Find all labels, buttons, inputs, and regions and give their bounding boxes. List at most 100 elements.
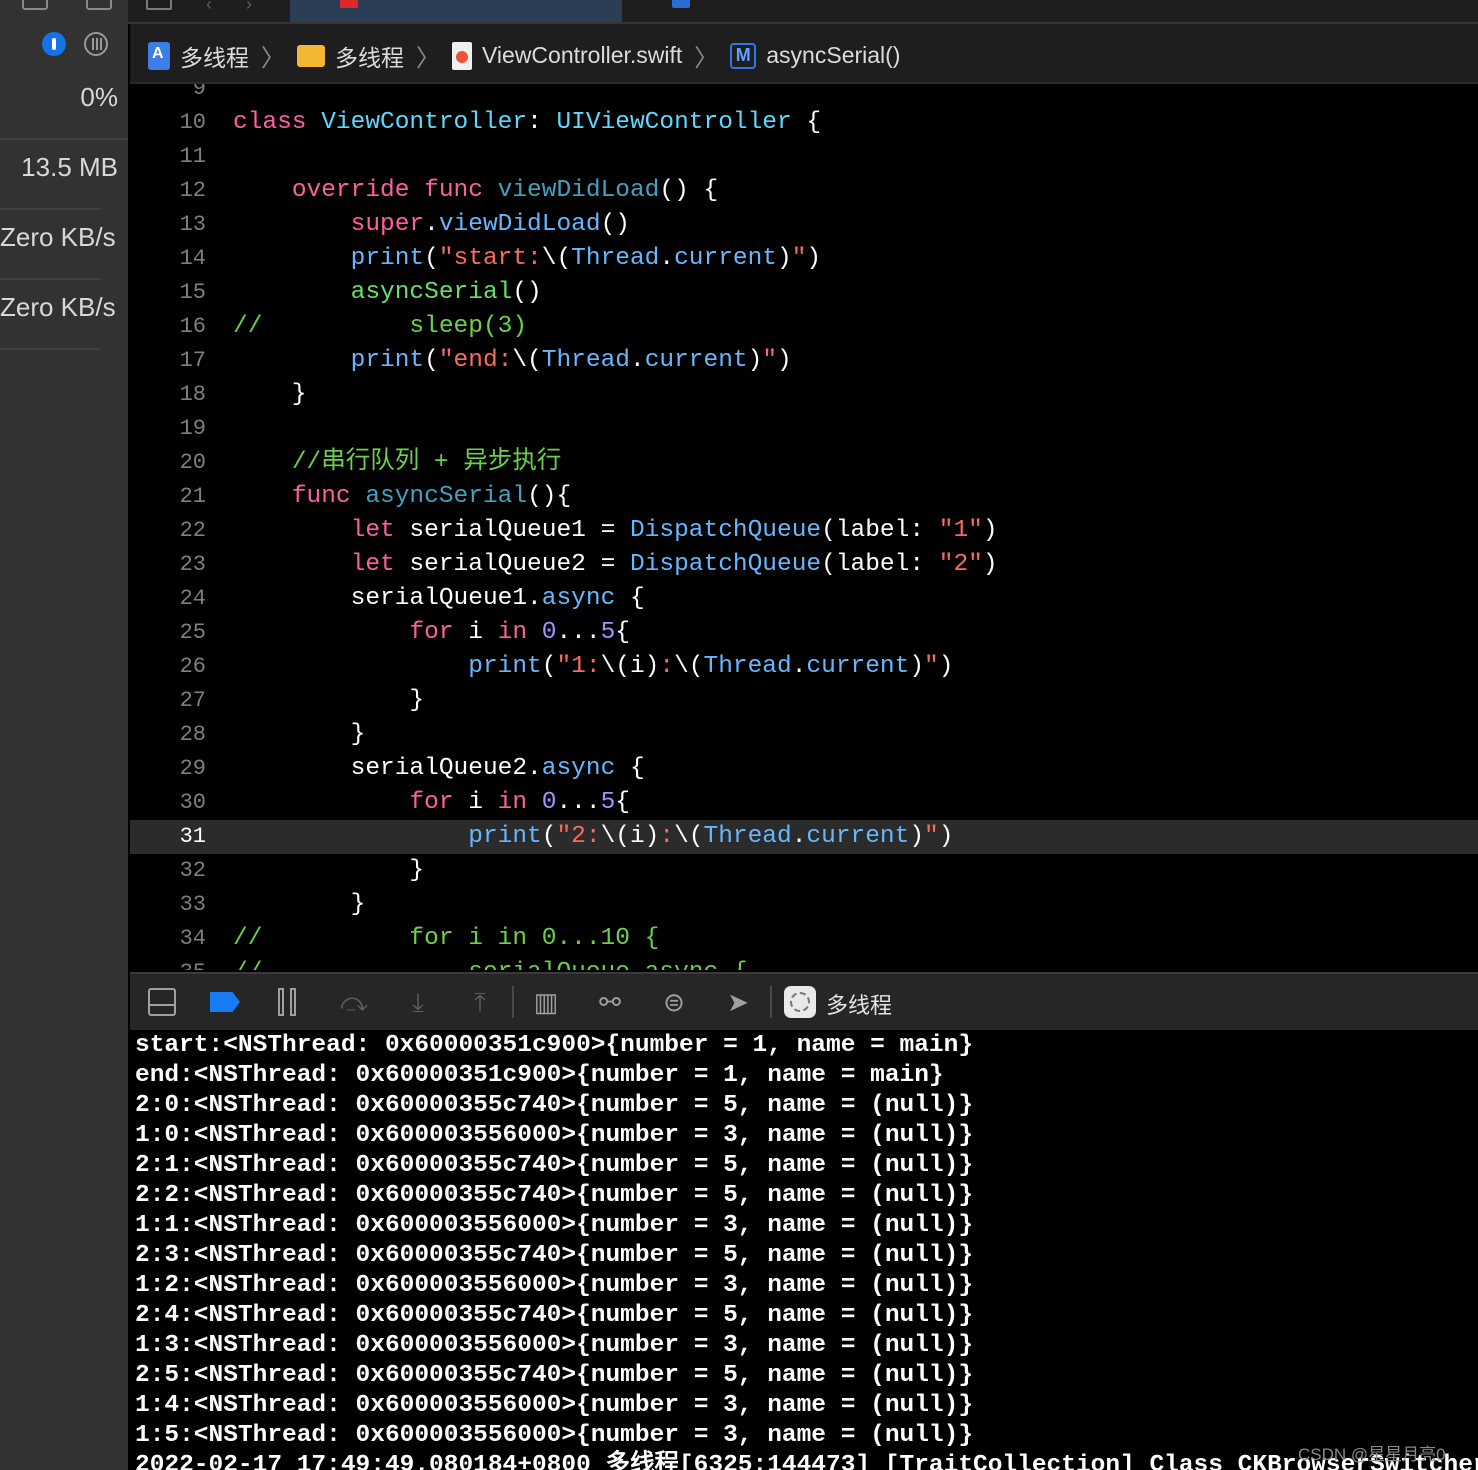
line-number[interactable]: 24 <box>130 582 206 616</box>
code-text[interactable]: for i in 0...5{ <box>233 786 630 820</box>
simulate-location-icon[interactable]: ➤ <box>724 988 752 1016</box>
code-text[interactable]: override func viewDidLoad() { <box>233 174 718 208</box>
code-line[interactable]: 18 } <box>130 378 1478 412</box>
grid-view-icon[interactable] <box>146 0 172 10</box>
line-number[interactable]: 20 <box>130 446 206 480</box>
line-number[interactable]: 17 <box>130 344 206 378</box>
code-line[interactable]: 33 } <box>130 888 1478 922</box>
step-over-icon[interactable]: ⤼ <box>340 988 368 1016</box>
line-number[interactable]: 31 <box>130 820 206 854</box>
debug-target-name[interactable]: 多线程 <box>826 988 892 1020</box>
code-line[interactable]: 14 print("start:\(Thread.current)") <box>130 242 1478 276</box>
line-number[interactable]: 33 <box>130 888 206 922</box>
line-number[interactable]: 16 <box>130 310 206 344</box>
code-text[interactable]: } <box>233 684 424 718</box>
code-text[interactable]: // serialQueue.async { <box>233 956 748 970</box>
code-text[interactable]: print("start:\(Thread.current)") <box>233 242 822 276</box>
code-text[interactable]: } <box>233 854 424 888</box>
code-line[interactable]: 21 func asyncSerial(){ <box>130 480 1478 514</box>
line-number[interactable]: 25 <box>130 616 206 650</box>
line-number[interactable]: 32 <box>130 854 206 888</box>
code-text[interactable]: } <box>233 378 307 412</box>
line-number[interactable]: 12 <box>130 174 206 208</box>
line-number[interactable]: 9 <box>130 84 206 106</box>
code-line[interactable]: 27 } <box>130 684 1478 718</box>
code-line[interactable]: 19 <box>130 412 1478 446</box>
breadcrumb-method[interactable]: asyncSerial() <box>766 42 900 69</box>
line-number[interactable]: 21 <box>130 480 206 514</box>
code-line[interactable]: 23 let serialQueue2 = DispatchQueue(labe… <box>130 548 1478 582</box>
hide-debug-area-icon[interactable] <box>148 988 176 1016</box>
environment-overrides-icon[interactable]: ⊜ <box>660 988 688 1016</box>
code-line[interactable]: 24 serialQueue1.async { <box>130 582 1478 616</box>
line-number[interactable]: 10 <box>130 106 206 140</box>
code-line[interactable]: 35 // serialQueue.async { <box>130 956 1478 970</box>
code-line[interactable]: 16 // sleep(3) <box>130 310 1478 344</box>
code-line[interactable]: 11 <box>130 140 1478 174</box>
code-line[interactable]: 17 print("end:\(Thread.current)") <box>130 344 1478 378</box>
code-text[interactable]: // sleep(3) <box>233 310 527 344</box>
line-number[interactable]: 22 <box>130 514 206 548</box>
source-editor[interactable]: 9 10 class ViewController: UIViewControlle… <box>130 84 1478 970</box>
line-number[interactable]: 11 <box>130 140 206 174</box>
breakpoints-active-icon[interactable] <box>210 992 240 1012</box>
code-text[interactable]: // for i in 0...10 { <box>233 922 659 956</box>
line-number[interactable]: 13 <box>130 208 206 242</box>
disk-gauge-value[interactable]: Zero KB/s <box>0 222 116 253</box>
line-number[interactable]: 18 <box>130 378 206 412</box>
code-text[interactable]: serialQueue1.async { <box>233 582 645 616</box>
code-text[interactable]: super.viewDidLoad() <box>233 208 630 242</box>
line-number[interactable]: 26 <box>130 650 206 684</box>
line-number[interactable]: 28 <box>130 718 206 752</box>
code-text[interactable]: print("2:\(i):\(Thread.current)") <box>233 820 953 854</box>
code-line[interactable]: 22 let serialQueue1 = DispatchQueue(labe… <box>130 514 1478 548</box>
code-text[interactable]: print("end:\(Thread.current)") <box>233 344 792 378</box>
line-number[interactable]: 19 <box>130 412 206 446</box>
code-text[interactable]: for i in 0...5{ <box>233 616 630 650</box>
code-line[interactable]: 12 override func viewDidLoad() { <box>130 174 1478 208</box>
code-text[interactable]: serialQueue2.async { <box>233 752 645 786</box>
inspector-toggle-icon[interactable] <box>86 0 112 10</box>
step-out-icon[interactable]: ⤒ <box>466 988 494 1016</box>
process-gauge-icon[interactable] <box>42 32 66 56</box>
code-line[interactable]: 10 class ViewController: UIViewController… <box>130 106 1478 140</box>
debug-console[interactable]: start:<NSThread: 0x60000351c900>{number … <box>130 1030 1478 1470</box>
code-text[interactable]: class ViewController: UIViewController { <box>233 106 821 140</box>
sidebar-toggle-icon[interactable] <box>22 0 48 10</box>
line-number[interactable]: 30 <box>130 786 206 820</box>
breadcrumb-group[interactable]: 多线程 <box>335 39 404 73</box>
memory-gauge-value[interactable]: 13.5 MB <box>21 152 118 183</box>
code-text[interactable]: asyncSerial() <box>233 276 542 310</box>
code-line[interactable]: 9 <box>130 84 1478 106</box>
code-text[interactable]: print("1:\(i):\(Thread.current)") <box>233 650 953 684</box>
code-line[interactable]: 29 serialQueue2.async { <box>130 752 1478 786</box>
breadcrumb-project[interactable]: 多线程 <box>180 39 249 73</box>
cpu-gauge-value[interactable]: 0% <box>80 82 118 113</box>
view-hierarchy-icon[interactable]: ▥ <box>532 988 560 1016</box>
code-line[interactable]: 13 super.viewDidLoad() <box>130 208 1478 242</box>
line-number[interactable]: 34 <box>130 922 206 956</box>
pause-icon[interactable] <box>278 988 306 1016</box>
code-text[interactable]: } <box>233 718 366 752</box>
code-text[interactable]: } <box>233 888 366 922</box>
code-text[interactable]: let serialQueue1 = DispatchQueue(label: … <box>233 514 998 548</box>
line-number[interactable]: 14 <box>130 242 206 276</box>
code-line[interactable]: 31 print("2:\(i):\(Thread.current)") <box>130 820 1478 854</box>
line-number[interactable]: 27 <box>130 684 206 718</box>
code-line[interactable]: 34 // for i in 0...10 { <box>130 922 1478 956</box>
code-line[interactable]: 28 } <box>130 718 1478 752</box>
code-line[interactable]: 30 for i in 0...5{ <box>130 786 1478 820</box>
code-line[interactable]: 25 for i in 0...5{ <box>130 616 1478 650</box>
code-text[interactable]: func asyncSerial(){ <box>233 480 571 514</box>
threads-view-icon[interactable] <box>84 32 108 56</box>
code-line[interactable]: 26 print("1:\(i):\(Thread.current)") <box>130 650 1478 684</box>
nav-back-icon[interactable]: ‹ <box>206 0 212 15</box>
line-number[interactable]: 29 <box>130 752 206 786</box>
step-into-icon[interactable]: ⤓ <box>404 988 432 1016</box>
memory-graph-icon[interactable]: ⚯ <box>596 988 624 1016</box>
line-number[interactable]: 23 <box>130 548 206 582</box>
breadcrumb-file[interactable]: ViewController.swift <box>482 42 682 69</box>
code-line[interactable]: 32 } <box>130 854 1478 888</box>
code-text[interactable]: //串行队列 + 异步执行 <box>233 446 562 480</box>
nav-forward-icon[interactable]: › <box>246 0 252 15</box>
